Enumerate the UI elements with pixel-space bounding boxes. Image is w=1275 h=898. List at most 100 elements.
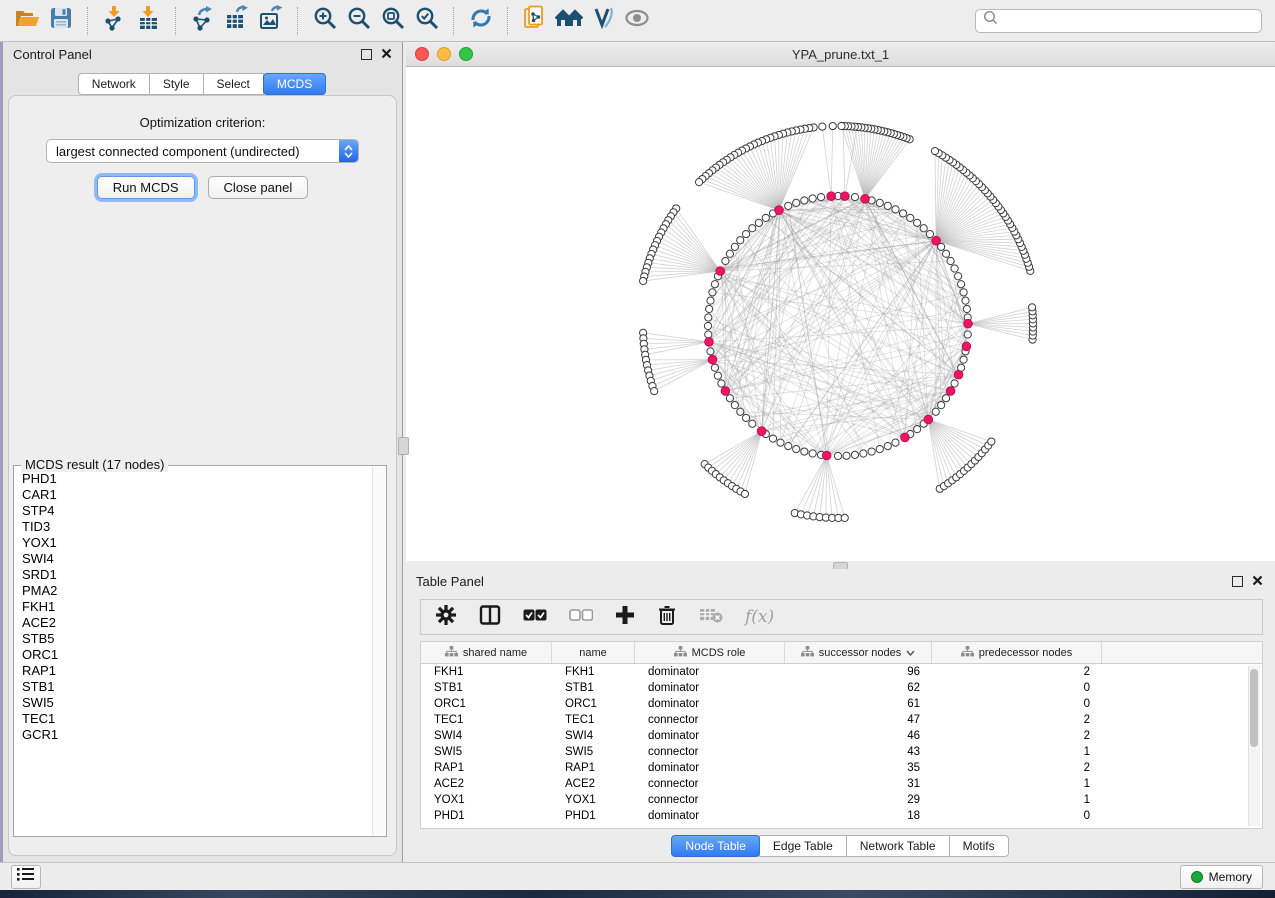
table-row[interactable]: FKH1FKH1dominator962 xyxy=(421,664,1262,680)
close-panel-icon[interactable] xyxy=(1252,574,1263,589)
tab-style[interactable]: Style xyxy=(149,73,204,95)
mcds-result-node[interactable]: SWI5 xyxy=(15,695,373,711)
table-row[interactable]: ORC1ORC1dominator610 xyxy=(421,696,1262,712)
table-row[interactable]: ACE2ACE2connector311 xyxy=(421,776,1262,792)
column-header-predecessor-nodes[interactable]: predecessor nodes xyxy=(932,642,1102,663)
task-history-button[interactable] xyxy=(11,865,41,889)
select-all-columns-button[interactable] xyxy=(523,608,547,627)
import-network-button[interactable] xyxy=(98,4,132,38)
cytoscape-window: Control Panel NetworkStyleSelectMCDS Opt… xyxy=(0,0,1275,898)
table-row[interactable]: STB1STB1dominator620 xyxy=(421,680,1262,696)
column-header-MCDS-role[interactable]: MCDS role xyxy=(635,642,785,663)
table-scrollbar-thumb[interactable] xyxy=(1250,669,1258,747)
horizontal-splitter[interactable] xyxy=(406,561,1275,569)
zoom-selected-button[interactable] xyxy=(410,4,444,38)
table-row[interactable]: TEC1TEC1connector472 xyxy=(421,712,1262,728)
criterion-dropdown[interactable]: largest connected component (undirected) xyxy=(46,139,359,163)
table-row[interactable]: YOX1YOX1connector291 xyxy=(421,792,1262,808)
vertical-splitter-handle[interactable] xyxy=(398,437,409,455)
memory-button[interactable]: Memory xyxy=(1180,865,1263,889)
column-header-shared-name[interactable]: shared name xyxy=(421,642,552,663)
mcds-result-node[interactable]: STB5 xyxy=(15,631,373,647)
column-header-successor-nodes[interactable]: successor nodes xyxy=(785,642,932,663)
table-row[interactable]: PHD1PHD1dominator180 xyxy=(421,808,1262,824)
column-type-icon xyxy=(961,646,974,660)
desktop-wallpaper-strip xyxy=(0,890,1275,898)
network-window-titlebar: YPA_prune.txt_1 xyxy=(406,42,1275,67)
mcds-result-node[interactable]: SWI4 xyxy=(15,551,373,567)
network-canvas[interactable] xyxy=(406,67,1275,561)
search-field[interactable] xyxy=(975,9,1262,33)
show-graphics-details-button[interactable] xyxy=(552,4,586,38)
cell-name: SWI4 xyxy=(552,730,635,742)
zoom-out-button[interactable] xyxy=(342,4,376,38)
plus-icon xyxy=(615,605,635,630)
table-row[interactable]: SWI4SWI4dominator462 xyxy=(421,728,1262,744)
table-panel-titlebar: Table Panel xyxy=(406,569,1275,593)
mcds-result-node[interactable]: SRD1 xyxy=(15,567,373,583)
new-network-from-selection-button[interactable] xyxy=(518,4,552,38)
import-table-button[interactable] xyxy=(132,4,166,38)
table-settings-button[interactable] xyxy=(435,604,457,631)
cell-predecessor-nodes: 0 xyxy=(932,810,1102,822)
tab-edge-table[interactable]: Edge Table xyxy=(759,835,847,857)
mcds-result-node[interactable]: PHD1 xyxy=(15,471,373,487)
tab-node-table[interactable]: Node Table xyxy=(671,835,760,857)
hide-graphics-button[interactable] xyxy=(620,4,654,38)
result-list-scrollbar[interactable] xyxy=(372,467,385,835)
table-row[interactable]: RAP1RAP1dominator352 xyxy=(421,760,1262,776)
import-network-icon xyxy=(102,5,128,36)
memory-status-dot xyxy=(1191,871,1203,883)
sort-chevron-icon[interactable] xyxy=(906,647,915,659)
zoom-in-button[interactable] xyxy=(308,4,342,38)
cell-predecessor-nodes: 2 xyxy=(932,762,1102,774)
float-panel-icon[interactable] xyxy=(1232,576,1243,587)
open-file-button[interactable] xyxy=(10,4,44,38)
mcds-result-node[interactable]: GCR1 xyxy=(15,727,373,743)
column-header-name[interactable]: name xyxy=(552,642,635,663)
mcds-result-node[interactable]: TID3 xyxy=(15,519,373,535)
document-network-icon xyxy=(522,5,548,36)
search-input[interactable] xyxy=(1000,11,1261,31)
mcds-result-node[interactable]: TEC1 xyxy=(15,711,373,727)
mcds-result-node[interactable]: STB1 xyxy=(15,679,373,695)
toolbar-separator xyxy=(87,7,89,35)
cell-predecessor-nodes: 2 xyxy=(932,666,1102,678)
unselect-all-columns-button[interactable] xyxy=(569,608,593,627)
delete-table-icon xyxy=(699,606,723,629)
zoom-fit-button[interactable] xyxy=(376,4,410,38)
function-builder-button[interactable]: f(x) xyxy=(745,607,774,627)
cell-predecessor-nodes: 2 xyxy=(932,730,1102,742)
export-table-button[interactable] xyxy=(220,4,254,38)
column-type-icon xyxy=(445,646,458,660)
mcds-result-node[interactable]: PMA2 xyxy=(15,583,373,599)
table-row[interactable]: SWI5SWI5connector431 xyxy=(421,744,1262,760)
mcds-result-node[interactable]: ORC1 xyxy=(15,647,373,663)
refresh-view-button[interactable] xyxy=(464,4,498,38)
tab-network-table[interactable]: Network Table xyxy=(846,835,950,857)
show-columns-button[interactable] xyxy=(479,604,501,631)
table-scrollbar[interactable] xyxy=(1248,666,1260,826)
save-session-button[interactable] xyxy=(44,4,78,38)
float-panel-icon[interactable] xyxy=(361,49,372,60)
mcds-result-node[interactable]: STP4 xyxy=(15,503,373,519)
mcds-result-node[interactable]: ACE2 xyxy=(15,615,373,631)
export-image-button[interactable] xyxy=(254,4,288,38)
create-column-button[interactable] xyxy=(615,605,635,630)
delete-table-button[interactable] xyxy=(699,606,723,629)
mcds-result-node[interactable]: YOX1 xyxy=(15,535,373,551)
close-panel-button[interactable]: Close panel xyxy=(208,176,309,199)
tab-motifs[interactable]: Motifs xyxy=(949,835,1009,857)
tab-mcds[interactable]: MCDS xyxy=(263,73,326,95)
cell-shared-name: SWI4 xyxy=(421,730,552,742)
delete-column-button[interactable] xyxy=(657,604,677,631)
tab-network[interactable]: Network xyxy=(78,73,150,95)
export-network-button[interactable] xyxy=(186,4,220,38)
mcds-result-node[interactable]: CAR1 xyxy=(15,487,373,503)
run-mcds-button[interactable]: Run MCDS xyxy=(97,176,195,199)
mcds-result-node[interactable]: RAP1 xyxy=(15,663,373,679)
close-panel-icon[interactable] xyxy=(381,47,392,62)
mcds-result-node[interactable]: FKH1 xyxy=(15,599,373,615)
tab-select[interactable]: Select xyxy=(203,73,264,95)
vizmapper-button[interactable] xyxy=(586,4,620,38)
